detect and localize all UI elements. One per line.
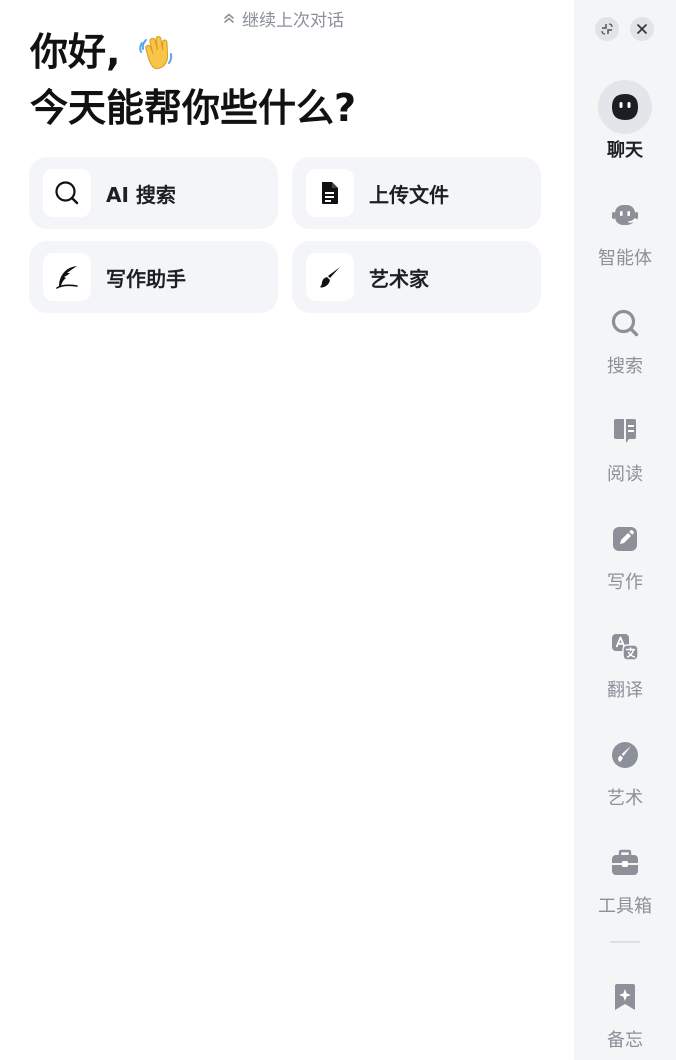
collapse-icon	[601, 23, 613, 35]
waving-hand-icon	[139, 36, 173, 70]
main-panel: 继续上次对话 你好, 今天能帮你些什么? AI 搜索 上传文件 写作助手 艺术家	[0, 0, 574, 1060]
continue-last-conversation-link[interactable]: 继续上次对话	[222, 6, 344, 31]
card-icon-box	[306, 253, 354, 301]
close-icon	[637, 24, 647, 34]
sidebar: 聊天 智能体 搜索 阅读 写作 翻译 艺术 工具箱 备忘	[574, 0, 676, 1060]
greeting-line-2: 今天能帮你些什么?	[30, 86, 357, 130]
sidebar-item-read[interactable]: 阅读	[574, 404, 676, 486]
nav-icon-wrap	[598, 620, 652, 674]
card-icon-box	[43, 253, 91, 301]
nav-label: 翻译	[607, 680, 643, 701]
chevron-up-double-icon	[224, 13, 234, 23]
document-icon	[322, 182, 338, 204]
nav-label: 搜索	[607, 356, 643, 377]
nav-icon-wrap	[598, 80, 652, 134]
sidebar-item-agent[interactable]: 智能体	[574, 188, 676, 270]
paintbrush-icon	[320, 267, 340, 288]
agent-icon	[612, 205, 638, 225]
read-icon	[614, 419, 636, 443]
nav-label: 写作	[607, 572, 643, 593]
search-icon	[611, 309, 639, 337]
chat-bot-icon	[612, 94, 638, 120]
card-label: AI 搜索	[106, 182, 176, 207]
quill-icon	[56, 266, 78, 289]
nav-label: 阅读	[607, 464, 643, 485]
card-icon-box	[43, 169, 91, 217]
nav-icon-wrap	[598, 296, 652, 350]
nav-label: 工具箱	[598, 896, 652, 917]
continue-link-label: 继续上次对话	[242, 10, 344, 31]
art-icon	[612, 742, 638, 768]
sidebar-item-memo[interactable]: 备忘	[574, 970, 676, 1052]
greeting-line-1: 你好,	[30, 30, 356, 76]
nav-icon-wrap	[598, 728, 652, 782]
sidebar-item-chat[interactable]: 聊天	[574, 80, 676, 162]
sidebar-item-toolbox[interactable]: 工具箱	[574, 836, 676, 918]
nav-icon-wrap	[598, 836, 652, 890]
nav-icon-wrap	[598, 404, 652, 458]
greeting-hello: 你好,	[30, 30, 121, 75]
nav-icon-wrap	[598, 188, 652, 242]
card-artist[interactable]: 艺术家	[292, 241, 541, 313]
edit-icon	[613, 527, 637, 551]
toolbox-icon	[612, 849, 638, 875]
nav-label: 艺术	[607, 788, 643, 809]
nav-icon-wrap	[598, 970, 652, 1024]
card-upload-file[interactable]: 上传文件	[292, 157, 541, 229]
sidebar-divider	[610, 941, 640, 943]
app-root: 继续上次对话 你好, 今天能帮你些什么? AI 搜索 上传文件 写作助手 艺术家…	[0, 0, 676, 1060]
card-icon-box	[306, 169, 354, 217]
search-icon	[55, 181, 79, 205]
bookmark-icon	[615, 984, 635, 1010]
card-label: 写作助手	[106, 266, 186, 291]
nav-label: 聊天	[607, 140, 643, 161]
nav-icon-wrap	[598, 512, 652, 566]
card-writing-assistant[interactable]: 写作助手	[29, 241, 278, 313]
quick-action-cards: AI 搜索 上传文件 写作助手 艺术家	[29, 157, 541, 313]
card-ai-search[interactable]: AI 搜索	[29, 157, 278, 229]
sidebar-item-translate[interactable]: 翻译	[574, 620, 676, 702]
sidebar-item-search[interactable]: 搜索	[574, 296, 676, 378]
translate-icon	[612, 634, 639, 661]
collapse-window-button[interactable]	[595, 17, 619, 41]
sidebar-item-art[interactable]: 艺术	[574, 728, 676, 810]
sidebar-item-write[interactable]: 写作	[574, 512, 676, 594]
card-label: 上传文件	[369, 182, 449, 207]
nav-label: 智能体	[598, 248, 652, 269]
nav-label: 备忘	[607, 1030, 643, 1051]
card-label: 艺术家	[369, 266, 429, 291]
close-window-button[interactable]	[630, 17, 654, 41]
greeting: 你好, 今天能帮你些什么?	[30, 30, 356, 136]
